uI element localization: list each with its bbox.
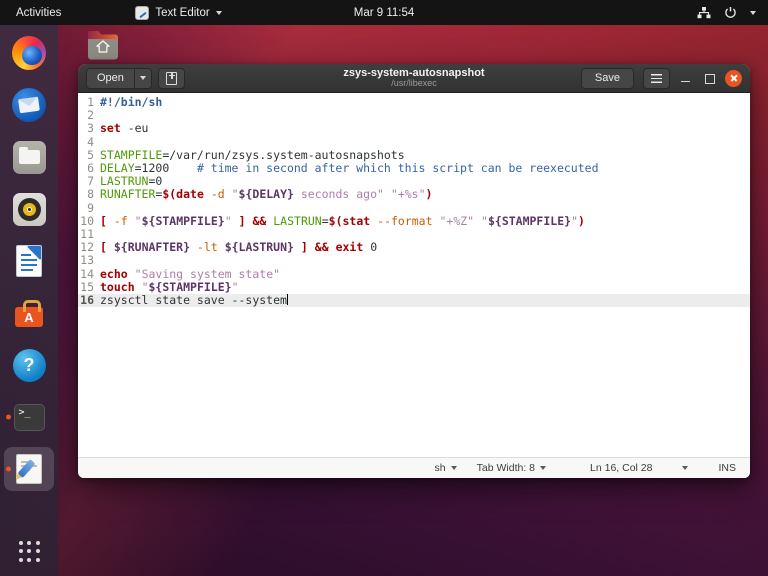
language-label: sh — [434, 462, 446, 474]
code-line: 6 DELAY=1200 # time in second after which… — [78, 161, 750, 175]
code-line: 10[ -f "${STAMPFILE}" ] && LASTRUN=$(sta… — [78, 214, 750, 228]
text-editor-canvas[interactable]: 1 #!/bin/sh 2 3 set -eu 4 5 STAMPFILE=/var/run/… — [78, 93, 750, 457]
minimize-button[interactable] — [679, 71, 693, 85]
hamburger-icon — [651, 73, 662, 83]
system-menu-button[interactable] — [685, 0, 768, 25]
running-indicator — [6, 414, 11, 420]
goto-line-dropdown[interactable] — [682, 466, 689, 470]
running-indicator — [6, 466, 11, 472]
chevron-down-icon — [750, 10, 756, 15]
open-dropdown-button[interactable] — [133, 68, 151, 88]
gedit-window: Open zsys-system-autosnapshot /usr/libex… — [78, 64, 750, 478]
line-number: 4 — [87, 134, 94, 149]
network-icon — [697, 6, 711, 18]
code-line: 16 zsysctl state save --system — [78, 293, 750, 308]
line-number: 3 — [87, 121, 94, 136]
dock-item-ubuntu-software[interactable]: A — [4, 291, 54, 335]
files-icon — [12, 140, 46, 174]
chevron-down-icon — [682, 466, 689, 470]
thunderbird-icon — [12, 88, 46, 122]
line-number: 8 — [87, 187, 94, 202]
cursor-position: Ln 16, Col 28 — [590, 462, 652, 474]
dock: A ? >_ — [0, 25, 58, 576]
code-line: 2 — [78, 109, 750, 122]
power-icon — [725, 7, 736, 18]
input-mode-label: INS — [718, 462, 736, 474]
tab-width-selector[interactable]: Tab Width: 8 — [476, 462, 547, 474]
open-split-button: Open — [86, 67, 152, 89]
menu-button[interactable] — [643, 67, 670, 89]
app-menu-button[interactable]: Text Editor — [127, 0, 229, 25]
new-document-button[interactable] — [157, 67, 185, 89]
app-menu-label: Text Editor — [155, 6, 210, 19]
line-number: 14 — [80, 266, 94, 281]
window-title-area: zsys-system-autosnapshot /usr/libexec — [343, 67, 484, 89]
tab-width-label: Tab Width: 8 — [476, 462, 536, 474]
close-button[interactable] — [725, 69, 742, 87]
desktop: Activities Text Editor Mar 9 11:54 A ? >… — [0, 0, 768, 576]
header-bar: Open zsys-system-autosnapshot /usr/libex… — [78, 64, 750, 93]
clock-button[interactable]: Mar 9 11:54 — [344, 0, 425, 25]
chevron-down-icon — [540, 466, 547, 470]
text-cursor — [286, 294, 288, 306]
line-number: 9 — [87, 200, 94, 215]
activities-button[interactable]: Activities — [0, 0, 77, 25]
chevron-down-icon — [450, 466, 457, 470]
rhythmbox-icon — [12, 192, 46, 226]
dock-item-firefox[interactable] — [4, 31, 54, 75]
save-button[interactable]: Save — [580, 67, 634, 89]
code-line: 12[ ${RUNAFTER} -lt ${LASTRUN} ] && exit… — [78, 241, 750, 254]
status-bar: sh Tab Width: 8 Ln 16, Col 28 INS — [78, 457, 750, 478]
home-folder-icon[interactable] — [84, 28, 122, 61]
dock-item-rhythmbox[interactable] — [4, 187, 54, 231]
chevron-down-icon — [139, 76, 146, 80]
libreoffice-writer-icon — [16, 245, 42, 277]
open-button[interactable]: Open — [87, 72, 134, 84]
code-line: 1 #!/bin/sh — [78, 95, 750, 109]
dock-item-thunderbird[interactable] — [4, 83, 54, 127]
chevron-down-icon — [215, 10, 222, 15]
text-editor-icon — [135, 5, 150, 20]
code-line: 3 set -eu — [78, 122, 750, 135]
new-document-icon — [165, 71, 177, 85]
maximize-button[interactable] — [702, 71, 716, 85]
input-mode-indicator[interactable]: INS — [718, 462, 736, 474]
help-icon: ? — [12, 348, 46, 382]
ubuntu-software-icon: A — [15, 300, 43, 327]
code-line: 8 RUNAFTER=$(date -d "${DELAY} seconds ag… — [78, 188, 750, 201]
dock-item-text-editor[interactable] — [4, 447, 54, 491]
app-grid-icon — [18, 540, 40, 562]
terminal-icon: >_ — [13, 403, 45, 431]
dock-item-files[interactable] — [4, 135, 54, 179]
text-editor-icon — [16, 454, 42, 484]
dock-item-libreoffice-writer[interactable] — [4, 239, 54, 283]
window-subtitle: /usr/libexec — [391, 78, 437, 89]
dock-item-help[interactable]: ? — [4, 343, 54, 387]
top-bar: Activities Text Editor Mar 9 11:54 — [0, 0, 768, 25]
dock-item-terminal[interactable]: >_ — [4, 395, 54, 439]
line-number: 13 — [80, 253, 94, 268]
line-number: 16 — [80, 293, 94, 308]
firefox-icon — [12, 36, 46, 70]
cursor-position-label: Ln 16, Col 28 — [590, 462, 653, 474]
language-selector[interactable]: sh — [435, 462, 457, 474]
dock-item-show-applications[interactable] — [4, 536, 54, 570]
